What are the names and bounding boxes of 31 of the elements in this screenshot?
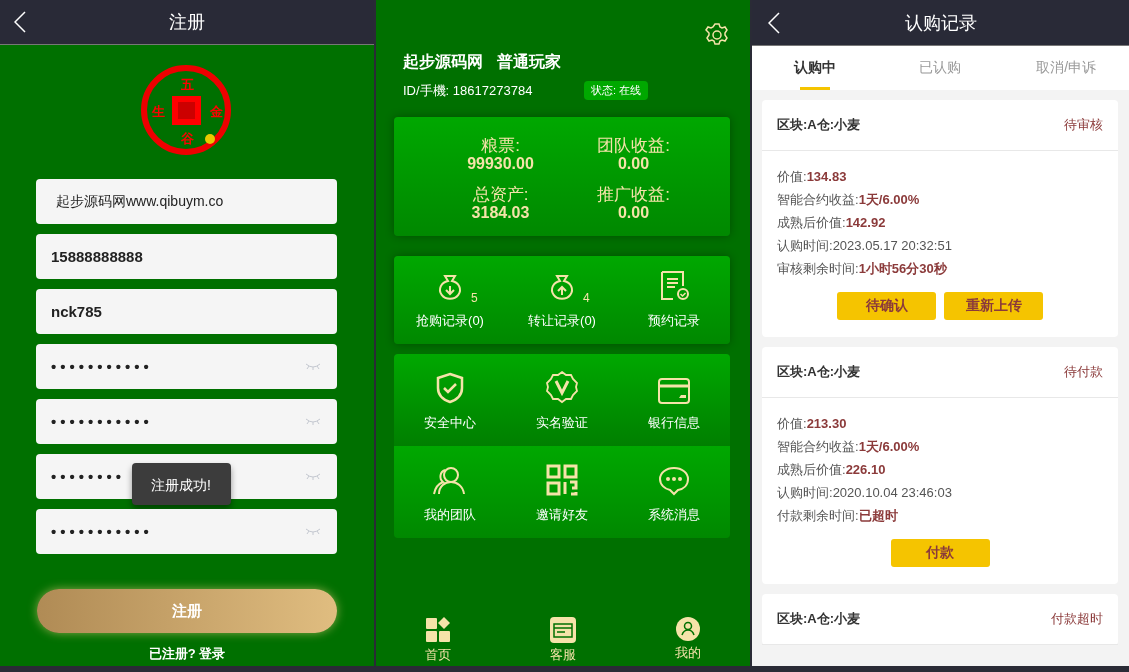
detail-line: 审核剩余时间:1小时56分30秒 [777,260,948,278]
page-title: 注册 [169,11,205,34]
order-status: 待付款 [1064,363,1103,381]
stat-value: 0.00 [617,155,650,173]
block-title: 区块:A仓:小麦 [777,610,861,628]
success-toast: 注册成功! [132,463,231,505]
detail-line: 认购时间:2020.10.04 23:46:03 [777,484,953,502]
detail-line: 价值:213.30 [777,415,848,433]
detail-line: 成熟后价值:142.92 [777,214,887,232]
order-status: 待审核 [1064,116,1103,134]
status-badge: 状态: 在线 [584,81,649,100]
detail-line: 付款剩余时间:已超时 [777,507,899,525]
block-title: 区块:A仓:小麦 [777,363,861,381]
user-level: 普通玩家 [497,52,561,72]
detail-line: 认购时间:2023.05.17 20:32:51 [777,237,953,255]
stat-value: 0.00 [617,204,650,222]
stat-value: 99930.00 [467,155,534,173]
detail-line: 成熟后价值:226.10 [777,461,887,479]
stat-label: 推广收益: [597,186,670,204]
user-name: 起步源码网 [403,52,483,72]
order-status: 付款超时 [1051,610,1103,628]
page-title: 认购记录 [904,11,977,35]
block-title: 区块:A仓:小麦 [777,116,861,134]
stat-label: 团队收益: [597,137,670,155]
detail-line: 智能合约收益:1天/6.00% [777,191,921,209]
stat-value: 3184.03 [471,204,530,222]
detail-line: 智能合约收益:1天/6.00% [777,438,921,456]
user-id: ID/手機: 18617273784 [403,81,534,100]
detail-line: 价值:134.83 [777,168,848,186]
stat-label: 总资产: [472,186,529,204]
stat-label: 粮票: [481,137,520,155]
